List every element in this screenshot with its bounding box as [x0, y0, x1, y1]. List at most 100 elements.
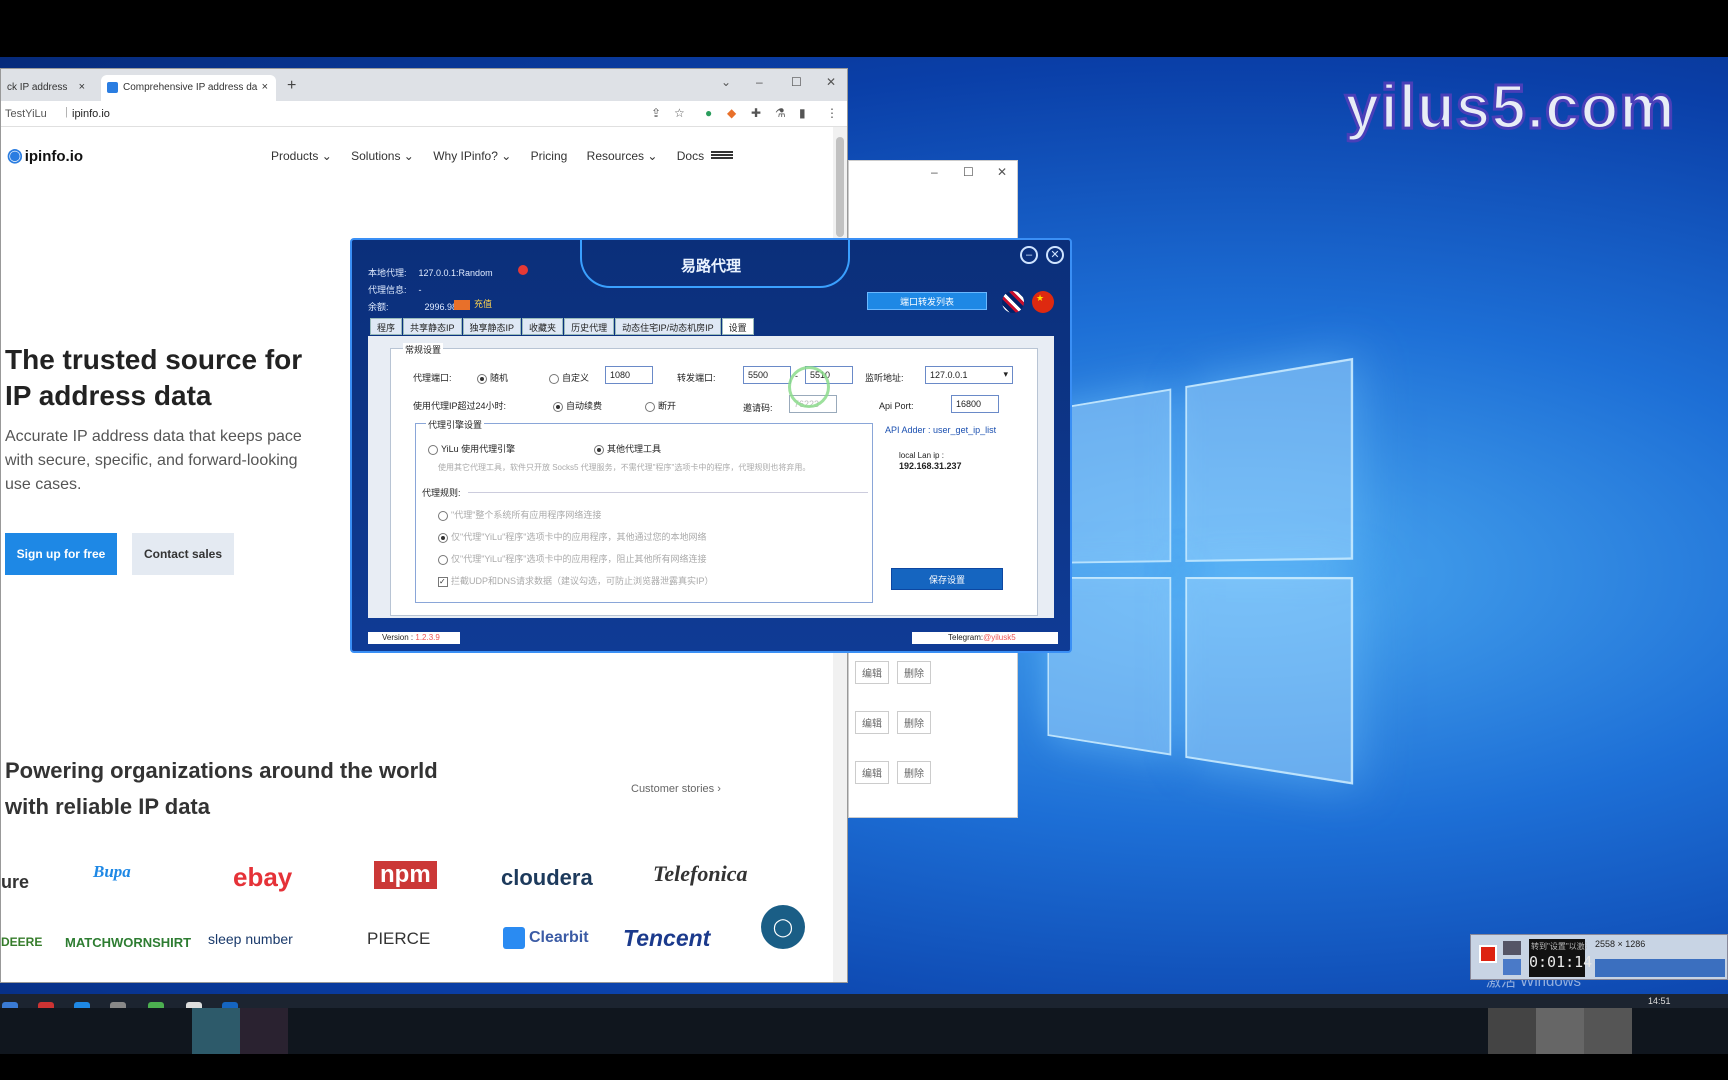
nav-resources[interactable]: Resources ⌄ — [587, 149, 658, 163]
site-logo[interactable]: ◉ ipinfo.io — [7, 145, 83, 166]
tab-ipinfo[interactable]: Comprehensive IP address da × — [101, 75, 276, 101]
pause-icon[interactable] — [1503, 959, 1521, 975]
new-tab-button[interactable]: + — [287, 77, 296, 95]
nav-pricing[interactable]: Pricing — [531, 149, 568, 163]
radio-icon — [594, 444, 604, 455]
disconnect-radio[interactable]: 断开 — [645, 399, 676, 412]
list-item: 编辑 删除 — [855, 661, 939, 684]
engine-other-radio[interactable]: 其他代理工具 — [594, 442, 661, 455]
maximize-icon[interactable]: ☐ — [791, 75, 802, 89]
profile-label[interactable]: TestYiLu — [5, 108, 47, 120]
tab-label: ck IP address — [7, 82, 68, 93]
telegram-label: Telegram:@yilusk5 — [912, 632, 1058, 644]
screen-recorder-widget: 0:01:14 转到"设置"以激活 W 2558 × 1286 — [1470, 934, 1728, 980]
tab-ipaddress[interactable]: ck IP address × — [1, 75, 93, 101]
sign-up-button[interactable]: Sign up for free — [5, 533, 117, 575]
tab-programs[interactable]: 程序 — [370, 318, 403, 335]
close-icon[interactable]: ✕ — [997, 165, 1007, 179]
radio-icon — [553, 401, 563, 412]
auto-renew-radio[interactable]: 自动续费 — [553, 399, 602, 412]
star-icon[interactable]: ☆ — [674, 106, 685, 120]
local-lan-value: 192.168.31.237 — [899, 461, 962, 471]
close-window-icon[interactable]: ✕ — [826, 75, 836, 89]
save-settings-button[interactable]: 保存设置 — [891, 568, 1003, 590]
minimize-icon[interactable]: – — [931, 165, 938, 179]
settings-panel: 常规设置 代理端口: 随机 自定义 1080 转发端口: 5500 - 5510… — [368, 336, 1054, 618]
npm-logo: npm — [374, 861, 437, 889]
share-icon[interactable]: ⇪ — [651, 106, 661, 120]
taskbar-clock[interactable]: 14:51 — [1648, 996, 1671, 1006]
scroll-thumb[interactable] — [836, 137, 844, 237]
tab-exclusive-static-ip[interactable]: 独享静态IP — [462, 318, 522, 335]
tab-dynamic-ip[interactable]: 动态住宅IP/动态机房IP — [615, 318, 721, 335]
hamburger-menu-icon[interactable] — [711, 151, 733, 159]
nav-why-ipinfo[interactable]: Why IPinfo? ⌄ — [433, 149, 511, 163]
delete-button[interactable]: 删除 — [897, 761, 931, 784]
menu-icon[interactable]: ⋮ — [826, 106, 838, 120]
minimize-icon[interactable]: – — [756, 75, 763, 89]
nav-docs[interactable]: Docs — [677, 149, 704, 163]
close-tab-icon[interactable]: × — [262, 81, 268, 93]
custom-radio[interactable]: 自定义 — [549, 371, 589, 384]
chevron-down-icon[interactable]: ⌄ — [721, 75, 731, 89]
flask-icon[interactable]: ⚗ — [775, 106, 786, 120]
radio-icon — [549, 373, 559, 384]
sidebar-icon[interactable]: ▮ — [799, 106, 806, 120]
recharge-button[interactable]: 充值 — [454, 297, 492, 310]
camera-icon[interactable] — [1503, 941, 1521, 955]
proxy-port-label: 代理端口: — [413, 373, 452, 383]
delete-button[interactable]: 删除 — [897, 711, 931, 734]
chat-bubble-icon[interactable]: ◯ — [761, 905, 805, 949]
tab-history[interactable]: 历史代理 — [564, 318, 615, 335]
address-bar[interactable]: TestYiLu | ipinfo.io ⇪ ☆ ● ◆ ✚ ⚗ ▮ ⋮ — [1, 101, 847, 127]
close-tab-icon[interactable]: × — [79, 81, 85, 93]
minimize-icon[interactable]: – — [1020, 246, 1038, 264]
edit-button[interactable]: 编辑 — [855, 711, 889, 734]
contact-sales-button[interactable]: Contact sales — [132, 533, 234, 575]
extension-icon[interactable]: ● — [705, 106, 712, 120]
watermark: yilus5.com — [1343, 72, 1676, 144]
local-lan-label: local Lan ip : — [899, 451, 944, 460]
rule-all-radio[interactable]: "代理"整个系统所有应用程序网络连接 — [438, 508, 601, 521]
customer-stories-link[interactable]: Customer stories › — [631, 783, 721, 795]
port-forward-list-button[interactable]: 端口转发列表 — [867, 292, 987, 310]
metamask-icon[interactable]: ◆ — [727, 106, 736, 120]
maximize-icon[interactable]: ☐ — [963, 165, 974, 179]
forward-port-start-input[interactable]: 5500 — [743, 366, 791, 384]
cloudera-logo: cloudera — [501, 865, 593, 890]
recorder-toolbar[interactable] — [1595, 959, 1725, 977]
english-flag-icon[interactable] — [1002, 291, 1024, 313]
tab-shared-static-ip[interactable]: 共享静态IP — [403, 318, 462, 335]
radio-icon — [438, 554, 448, 565]
local-proxy-row: 本地代理: 127.0.0.1:Random — [368, 268, 493, 278]
sleep-number-logo: sleep number — [208, 931, 293, 947]
puzzle-icon[interactable]: ✚ — [751, 106, 761, 120]
engine-yilu-radio[interactable]: YiLu 使用代理引擎 — [428, 442, 515, 455]
radio-icon — [645, 401, 655, 412]
stop-record-button[interactable] — [1479, 945, 1497, 963]
general-settings-box: 常规设置 代理端口: 随机 自定义 1080 转发端口: 5500 - 5510… — [390, 343, 1038, 616]
divider — [468, 492, 868, 493]
section-label: 常规设置 — [403, 343, 444, 356]
api-port-input[interactable]: 16800 — [951, 395, 999, 413]
random-radio[interactable]: 随机 — [477, 371, 508, 384]
nav-products[interactable]: Products ⌄ — [271, 149, 332, 163]
delete-button[interactable]: 删除 — [897, 661, 931, 684]
custom-port-input[interactable]: 1080 — [605, 366, 653, 384]
edit-button[interactable]: 编辑 — [855, 761, 889, 784]
block-udp-dns-checkbox[interactable]: ✓ 拦截UDP和DNS请求数据（建议勾选，可防止浏览器泄露真实IP） — [438, 574, 714, 587]
tab-favorites[interactable]: 收藏夹 — [522, 318, 564, 335]
proxy-tabs: 程序 共享静态IP 独享静态IP 收藏夹 历史代理 动态住宅IP/动态机房IP 设置 — [370, 318, 755, 335]
edit-button[interactable]: 编辑 — [855, 661, 889, 684]
rule-programs-radio[interactable]: 仅"代理"YiLu"程序"选项卡中的应用程序，其他通过您的本地网络 — [438, 530, 706, 543]
listen-address-select[interactable]: 127.0.0.1 ▾ — [925, 366, 1013, 384]
radio-icon — [438, 510, 448, 521]
close-icon[interactable]: ✕ — [1046, 246, 1064, 264]
tab-settings[interactable]: 设置 — [721, 318, 754, 335]
rule-block-radio[interactable]: 仅"代理"YiLu"程序"选项卡中的应用程序，阻止其他所有网络连接 — [438, 552, 706, 565]
radio-icon — [428, 444, 438, 455]
nav-solutions[interactable]: Solutions ⌄ — [351, 149, 414, 163]
url-text[interactable]: ipinfo.io — [72, 108, 110, 120]
chinese-flag-icon[interactable] — [1032, 291, 1054, 313]
yilu-proxy-window: 易路代理 – ✕ 本地代理: 127.0.0.1:Random 代理信息: - 余额… — [350, 238, 1072, 653]
